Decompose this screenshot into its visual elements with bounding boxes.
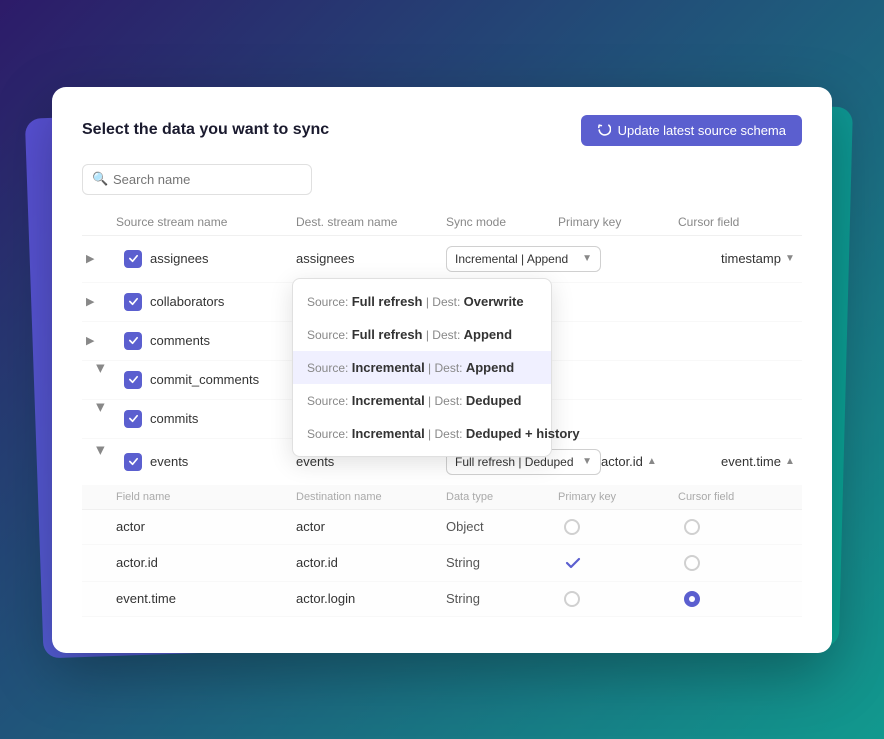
refresh-icon xyxy=(597,123,611,137)
sync-mode-value: Incremental | Append xyxy=(455,252,568,266)
dest-name: actor.id xyxy=(296,555,446,570)
primary-key-toggle[interactable] xyxy=(558,554,678,572)
cursor-field-cell: timestamp ▼ xyxy=(721,251,841,266)
expand-icon[interactable]: ▶ xyxy=(95,447,108,477)
sort-asc-icon: ▲ xyxy=(647,456,657,467)
expand-icon[interactable]: ▶ xyxy=(86,252,116,265)
stream-checkbox[interactable] xyxy=(124,371,142,389)
stream-name-cell: events xyxy=(116,453,296,471)
cursor-value-text: timestamp xyxy=(721,251,781,266)
cursor-field-toggle[interactable] xyxy=(678,591,798,607)
stream-checkbox[interactable] xyxy=(124,332,142,350)
check-filled-icon[interactable] xyxy=(564,554,582,572)
update-btn-label: Update latest source schema xyxy=(618,123,786,138)
expand-icon[interactable]: ▶ xyxy=(86,334,116,347)
data-type: String xyxy=(446,591,558,606)
stream-name: events xyxy=(150,454,188,469)
radio-circle[interactable] xyxy=(564,519,580,535)
stream-checkbox[interactable] xyxy=(124,453,142,471)
header-row: Select the data you want to sync Update … xyxy=(82,115,802,146)
stream-name: collaborators xyxy=(150,294,224,309)
main-card: Select the data you want to sync Update … xyxy=(52,87,832,653)
stream-name-cell: commit_comments xyxy=(116,371,296,389)
primary-key-value: actor.id xyxy=(601,454,643,469)
expand-icon[interactable]: ▶ xyxy=(95,365,108,395)
field-name: actor xyxy=(116,519,296,534)
primary-key-toggle[interactable] xyxy=(558,519,678,535)
stream-name-cell: assignees xyxy=(116,250,296,268)
col-sync-mode: Sync mode xyxy=(446,215,558,229)
dest-name: assignees xyxy=(296,251,446,266)
stream-checkbox[interactable] xyxy=(124,293,142,311)
dropdown-item[interactable]: Source: Incremental | Dest: Deduped xyxy=(293,384,551,417)
field-name: actor.id xyxy=(116,555,296,570)
cursor-field-cell: event.time ▲ xyxy=(721,454,841,469)
sort-asc-icon: ▲ xyxy=(785,456,795,467)
card-stack: Select the data you want to sync Update … xyxy=(52,87,832,653)
stream-name: commit_comments xyxy=(150,372,259,387)
dropdown-item[interactable]: Source: Incremental | Dest: Append xyxy=(293,351,551,384)
chevron-down-icon: ▼ xyxy=(582,253,592,264)
sync-mode-dropdown: Source: Full refresh | Dest: Overwrite S… xyxy=(292,278,552,457)
stream-checkbox[interactable] xyxy=(124,250,142,268)
page-title: Select the data you want to sync xyxy=(82,121,329,139)
radio-circle[interactable] xyxy=(564,591,580,607)
dest-name: actor.login xyxy=(296,591,446,606)
chevron-down-icon: ▼ xyxy=(582,456,592,467)
stream-name-cell: commits xyxy=(116,410,296,428)
sub-table-header: Field name Destination name Data type Pr… xyxy=(82,485,802,510)
cursor-field-toggle[interactable] xyxy=(678,555,798,571)
radio-circle[interactable] xyxy=(684,555,700,571)
table-row: ▶ assignees assignees Incremental | Appe… xyxy=(82,236,802,283)
col-source-stream: Source stream name xyxy=(116,215,296,229)
sort-icon: ▼ xyxy=(785,253,795,264)
data-type: Object xyxy=(446,519,558,534)
sub-col-cursor: Cursor field xyxy=(678,491,798,503)
sub-table-row: actor actor Object xyxy=(82,510,802,545)
sub-col-pk: Primary key xyxy=(558,491,678,503)
dropdown-item[interactable]: Source: Full refresh | Dest: Overwrite xyxy=(293,285,551,318)
col-primary-key: Primary key xyxy=(558,215,678,229)
dest-name: actor xyxy=(296,519,446,534)
col-cursor-field: Cursor field xyxy=(678,215,798,229)
sub-col-field: Field name xyxy=(116,491,296,503)
field-name: event.time xyxy=(116,591,296,606)
sub-col-dest: Destination name xyxy=(296,491,446,503)
search-icon: 🔍 xyxy=(92,171,108,187)
sync-mode-value: Full refresh | Deduped xyxy=(455,455,574,469)
sync-mode-cell: Incremental | Append ▼ Source: Full refr… xyxy=(446,246,601,272)
stream-name: comments xyxy=(150,333,210,348)
sub-col-type: Data type xyxy=(446,491,558,503)
sub-table-row: actor.id actor.id String xyxy=(82,545,802,582)
search-input[interactable] xyxy=(82,164,312,195)
radio-circle-filled[interactable] xyxy=(684,591,700,607)
dropdown-item[interactable]: Source: Incremental | Dest: Deduped + hi… xyxy=(293,417,551,450)
stream-name-cell: comments xyxy=(116,332,296,350)
expand-icon[interactable]: ▶ xyxy=(86,295,116,308)
dropdown-item[interactable]: Source: Full refresh | Dest: Append xyxy=(293,318,551,351)
search-wrap: 🔍 xyxy=(82,164,802,195)
stream-checkbox[interactable] xyxy=(124,410,142,428)
radio-circle[interactable] xyxy=(684,519,700,535)
streams-table: Source stream name Dest. stream name Syn… xyxy=(82,209,802,617)
update-schema-button[interactable]: Update latest source schema xyxy=(581,115,802,146)
stream-name: assignees xyxy=(150,251,209,266)
cursor-field-toggle[interactable] xyxy=(678,519,798,535)
expand-icon[interactable]: ▶ xyxy=(95,404,108,434)
stream-name-cell: collaborators xyxy=(116,293,296,311)
table-header: Source stream name Dest. stream name Syn… xyxy=(82,209,802,236)
primary-key-cell: actor.id ▲ xyxy=(601,454,721,469)
col-dest-stream: Dest. stream name xyxy=(296,215,446,229)
sub-table-row: event.time actor.login String xyxy=(82,582,802,617)
data-type: String xyxy=(446,555,558,570)
cursor-value-text: event.time xyxy=(721,454,781,469)
sync-mode-select[interactable]: Incremental | Append ▼ xyxy=(446,246,601,272)
primary-key-toggle[interactable] xyxy=(558,591,678,607)
stream-name: commits xyxy=(150,411,198,426)
